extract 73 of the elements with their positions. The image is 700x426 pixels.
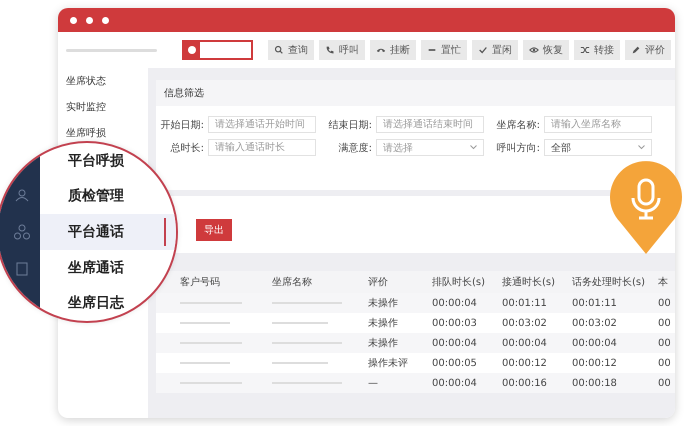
panel-title: 信息筛选 — [156, 80, 675, 106]
window-dot[interactable] — [102, 16, 109, 24]
select-field[interactable]: 全部 — [544, 139, 652, 156]
table-cell: — — [362, 373, 426, 393]
sidebar-item[interactable]: 坐席状态 — [66, 74, 148, 88]
search-icon — [274, 45, 284, 55]
eye-icon — [529, 45, 539, 55]
column-header: 评价 — [362, 271, 426, 293]
field-label: 结束日期: — [328, 118, 372, 132]
column-header: 话务处理时长(s) — [566, 271, 652, 293]
table-cell: 未操作 — [362, 313, 426, 333]
table-cell: 00:01:11 — [566, 293, 652, 313]
column-header: 本 — [652, 271, 675, 293]
table-cell: 00 — [652, 353, 675, 373]
table-cell: 00:00:04 — [426, 373, 496, 393]
window-dot[interactable] — [86, 16, 93, 24]
menu-item[interactable]: 质检管理 — [40, 178, 176, 214]
check-icon — [478, 45, 488, 55]
shuffle-icon — [580, 45, 590, 55]
toolbar-button[interactable]: 置忙 — [421, 40, 467, 60]
table-cell: 00:00:04 — [426, 333, 496, 353]
sidebar-item[interactable]: 坐席呼损 — [66, 126, 148, 140]
toolbar-button[interactable]: 置闲 — [472, 40, 518, 60]
toolbar-button[interactable]: 转接 — [574, 40, 620, 60]
field-label: 开始日期: — [160, 118, 204, 132]
table-cell: 00:00:04 — [426, 293, 496, 313]
table-cell: 00:00:04 — [566, 333, 652, 353]
phone-icon — [325, 45, 335, 55]
chevron-down-icon — [638, 145, 645, 150]
toolbar-button[interactable]: 呼叫 — [319, 40, 365, 60]
column-header: 接通时长(s) — [496, 271, 566, 293]
network-icon — [14, 224, 30, 240]
table-cell: 未操作 — [362, 293, 426, 313]
table-cell: 00 — [652, 293, 675, 313]
table-cell: 00:00:18 — [566, 373, 652, 393]
table-cell: 00:00:05 — [426, 353, 496, 373]
field-label: 总时长: — [170, 142, 204, 154]
input-field[interactable]: 请选择通话结束时间 — [376, 116, 484, 133]
table-cell: 00:03:02 — [496, 313, 566, 333]
field-label: 满意度: — [338, 142, 372, 154]
document-icon — [16, 262, 28, 276]
column-header: 坐席名称 — [266, 271, 362, 293]
table-cell: 操作未评 — [362, 353, 426, 373]
user-icon — [15, 188, 29, 202]
sidebar-item[interactable]: 实时监控 — [66, 100, 148, 114]
window-dot[interactable] — [70, 16, 77, 24]
table-cell: 00 — [652, 313, 675, 333]
table-cell: 00 — [652, 333, 675, 353]
toolbar-button[interactable]: 查询 — [268, 40, 314, 60]
toolbar-button[interactable]: 恢复 — [523, 40, 569, 60]
toolbar-button[interactable]: 挂断 — [370, 40, 416, 60]
column-header: 排队时长(s) — [426, 271, 496, 293]
table-cell: 00:00:12 — [566, 353, 652, 373]
table-cell: 00:00:16 — [496, 373, 566, 393]
table-cell: 00:01:11 — [496, 293, 566, 313]
table-cell: 00:00:12 — [496, 353, 566, 373]
input-field[interactable]: 请输入通话时长 — [208, 139, 316, 156]
input-field[interactable]: 请选择通话开始时间 — [208, 116, 316, 133]
chevron-down-icon — [470, 145, 477, 150]
menu-item[interactable]: 平台通话 — [40, 214, 176, 250]
table-cell: 未操作 — [362, 333, 426, 353]
export-button[interactable]: 导出 — [196, 219, 232, 241]
field-label: 呼叫方向: — [496, 142, 540, 154]
table-cell: 00:00:03 — [426, 313, 496, 333]
table-cell: 00 — [652, 373, 675, 393]
pencil-icon — [631, 45, 641, 55]
column-header: 客户号码 — [156, 271, 266, 293]
toolbar-button[interactable]: 评价 — [625, 40, 671, 60]
search-field[interactable] — [182, 40, 253, 60]
logo-icon — [184, 42, 200, 58]
field-label: 坐席名称: — [496, 118, 540, 132]
table-cell: 00:00:04 — [496, 333, 566, 353]
table-cell: 00:03:02 — [566, 313, 652, 333]
